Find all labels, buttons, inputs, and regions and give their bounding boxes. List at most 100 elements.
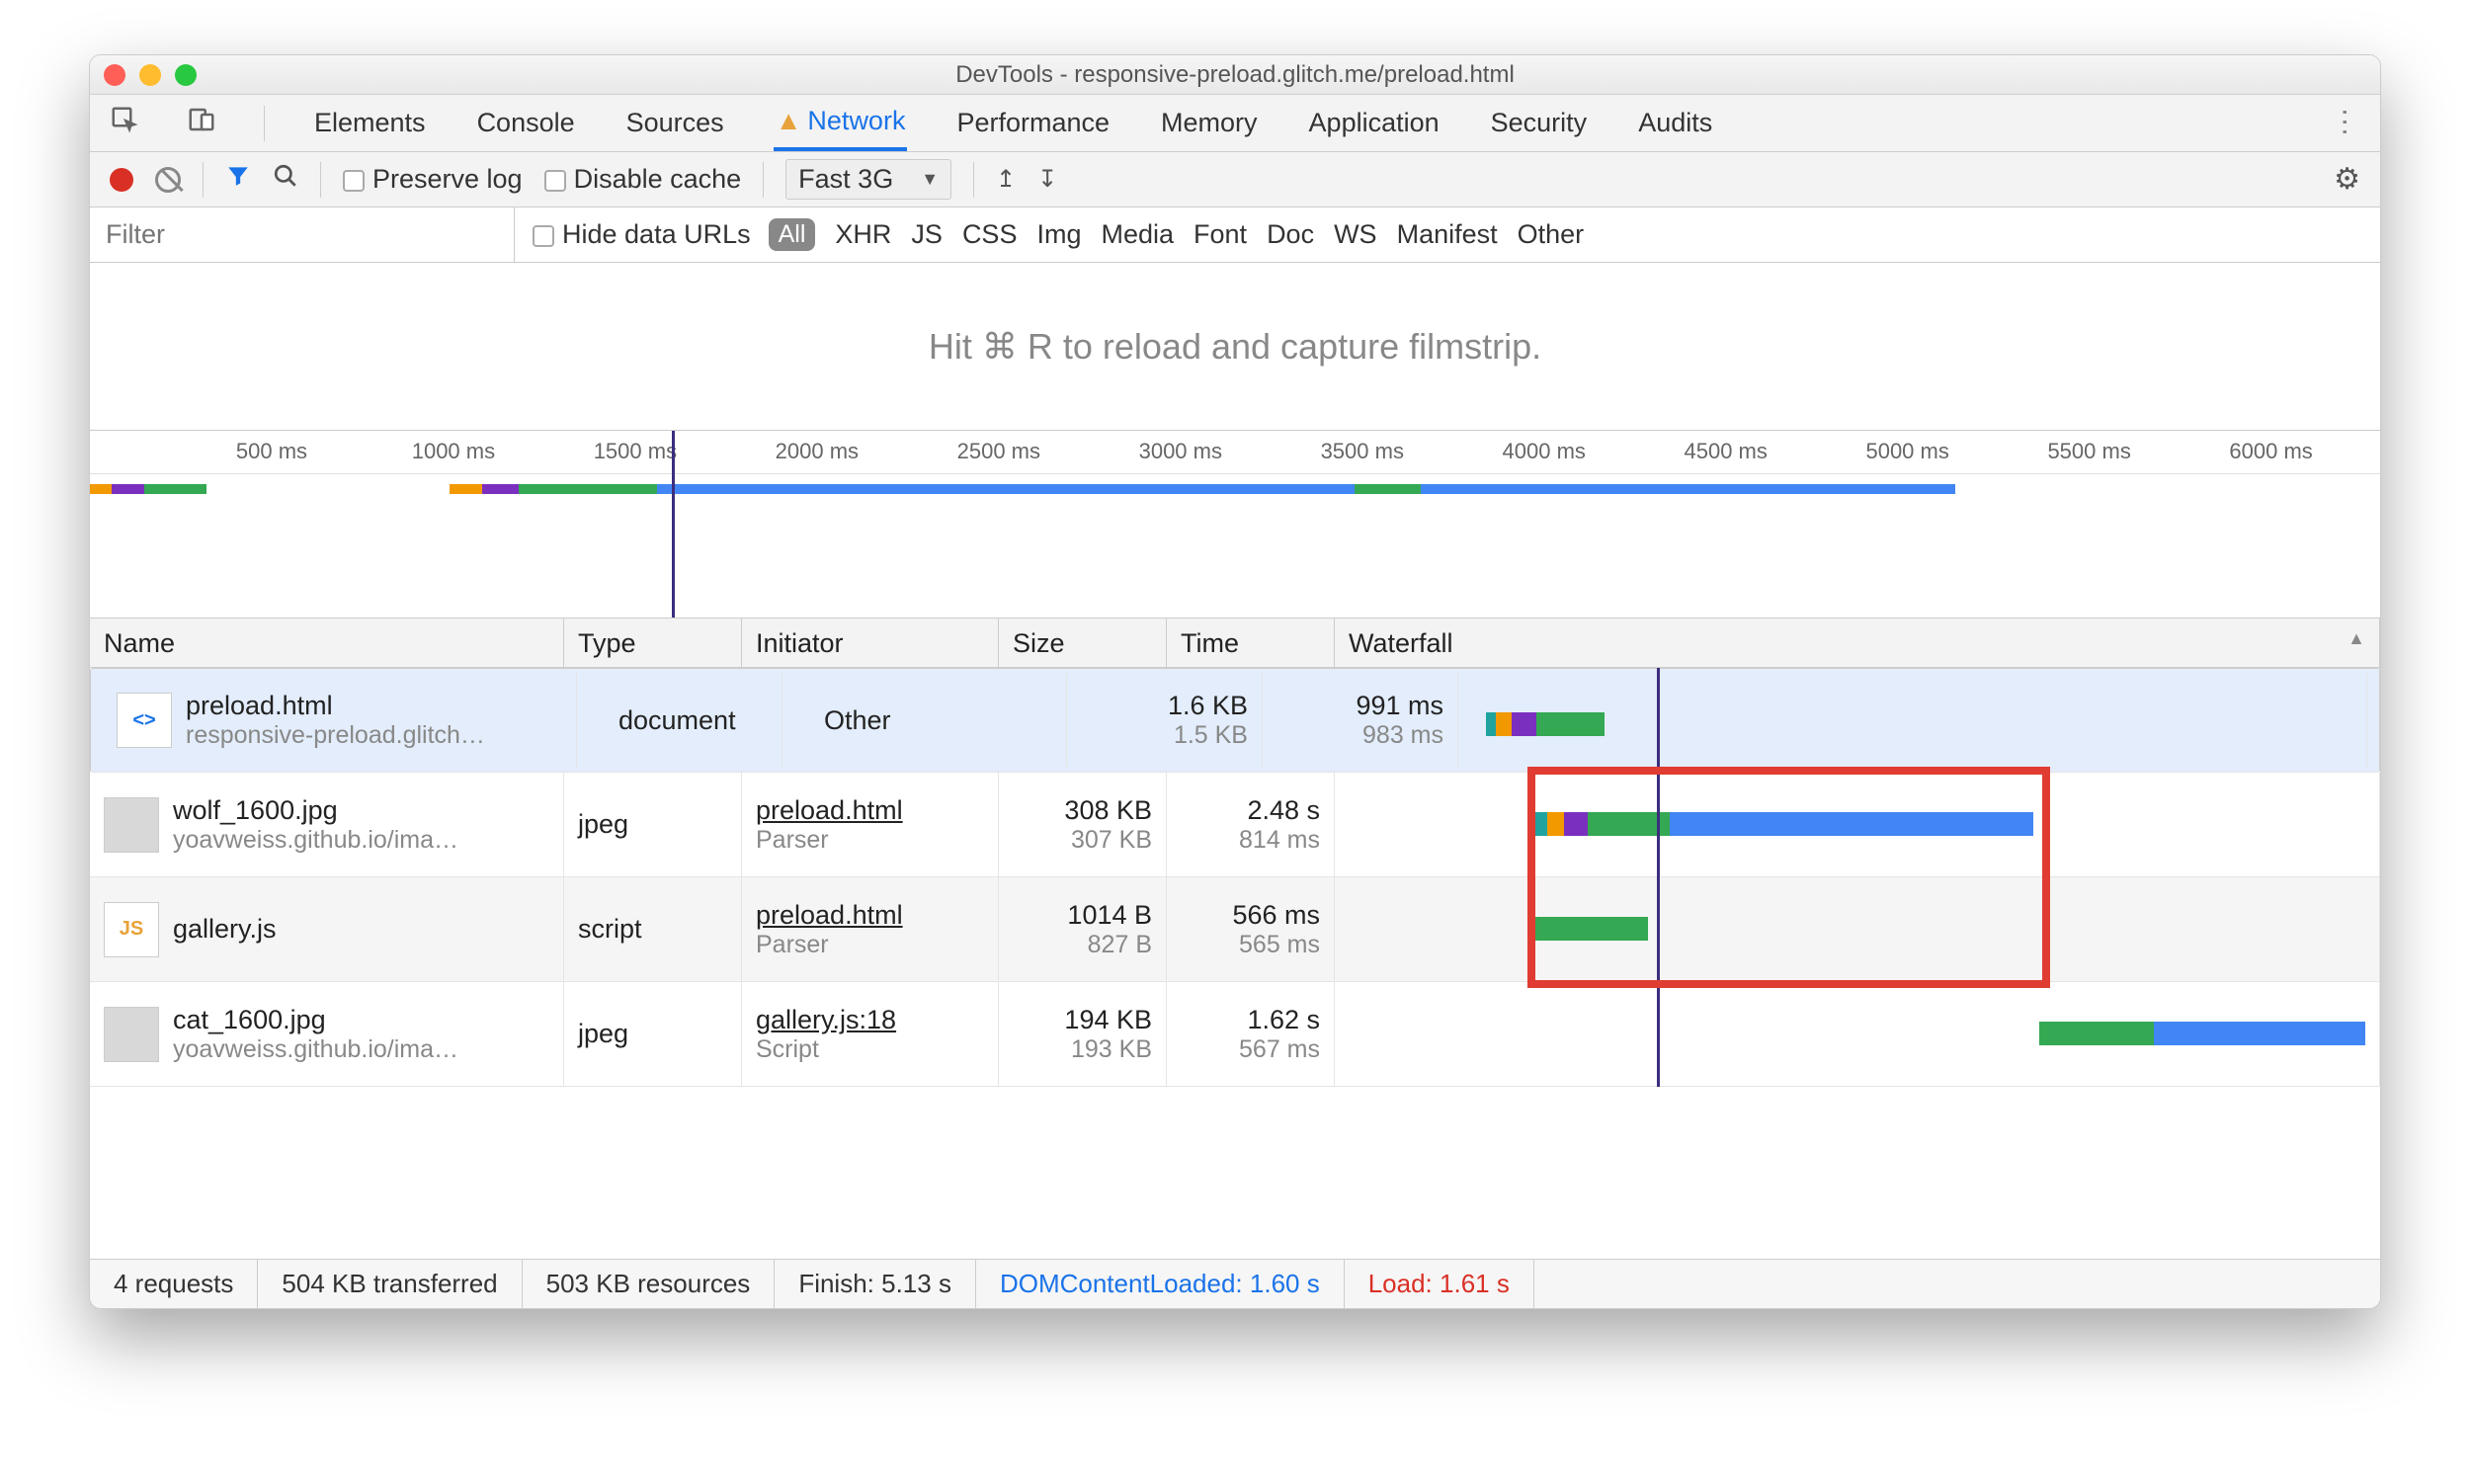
- hide-data-urls-checkbox[interactable]: Hide data URLs: [533, 219, 751, 250]
- request-size: 1014 B: [1067, 900, 1152, 931]
- filter-type-manifest[interactable]: Manifest: [1397, 219, 1498, 250]
- col-type[interactable]: Type: [564, 618, 742, 669]
- request-time: 2.48 s: [1247, 795, 1320, 826]
- request-time: 1.62 s: [1247, 1005, 1320, 1035]
- request-type: jpeg: [564, 773, 742, 876]
- request-initiator[interactable]: preload.html: [756, 900, 984, 931]
- timeline-segment: [657, 484, 1355, 494]
- request-size-sub: 827 B: [1088, 931, 1152, 959]
- throttling-select[interactable]: Fast 3G▼: [785, 159, 951, 200]
- timeline-tick: 4000 ms: [1503, 439, 1586, 464]
- request-size: 194 KB: [1064, 1005, 1152, 1035]
- request-row[interactable]: JSgallery.jsscriptpreload.htmlParser1014…: [90, 877, 2380, 982]
- request-row[interactable]: cat_1600.jpgyoavweiss.github.io/ima…jpeg…: [90, 982, 2380, 1087]
- devtools-window: DevTools - responsive-preload.glitch.me/…: [89, 54, 2381, 1309]
- file-icon: [104, 797, 159, 853]
- filter-input[interactable]: [90, 207, 515, 262]
- export-har-icon[interactable]: ↧: [1037, 165, 1057, 194]
- filter-type-css[interactable]: CSS: [962, 219, 1018, 250]
- timeline-tick: 2000 ms: [776, 439, 859, 464]
- waterfall-cell: [1335, 982, 2380, 1086]
- tab-elements[interactable]: Elements: [312, 95, 428, 151]
- request-initiator[interactable]: gallery.js:18: [756, 1005, 984, 1035]
- timeline-segment: [519, 484, 657, 494]
- col-time[interactable]: Time: [1167, 618, 1335, 669]
- tab-sources[interactable]: Sources: [624, 95, 726, 151]
- waterfall-cell: [1335, 877, 2380, 981]
- filter-type-other[interactable]: Other: [1518, 219, 1585, 250]
- status-load: Load: 1.61 s: [1345, 1260, 1534, 1308]
- col-waterfall[interactable]: Waterfall: [1335, 618, 2380, 669]
- requests-table: Name Type Initiator Size Time Waterfall …: [90, 618, 2380, 1259]
- filter-type-img[interactable]: Img: [1036, 219, 1081, 250]
- import-har-icon[interactable]: ↥: [996, 165, 1016, 194]
- request-initiator[interactable]: preload.html: [756, 795, 984, 826]
- request-row[interactable]: wolf_1600.jpgyoavweiss.github.io/ima… jpe…: [90, 773, 2380, 877]
- request-name: wolf_1600.jpg: [173, 795, 458, 826]
- filter-type-font[interactable]: Font: [1194, 219, 1247, 250]
- filter-type-ws[interactable]: WS: [1334, 219, 1377, 250]
- tab-performance[interactable]: Performance: [954, 95, 1112, 151]
- request-size: 308 KB: [1064, 795, 1152, 826]
- request-row[interactable]: <>preload.htmlresponsive-preload.glitch……: [90, 668, 2380, 773]
- file-icon: [104, 1007, 159, 1062]
- timeline-tick: 3000 ms: [1139, 439, 1222, 464]
- tab-network[interactable]: ▲Network: [774, 95, 908, 151]
- filter-type-js[interactable]: JS: [911, 219, 943, 250]
- request-name: preload.html: [186, 691, 485, 721]
- table-header: Name Type Initiator Size Time Waterfall: [90, 618, 2380, 668]
- request-size: 1.6 KB: [1168, 691, 1248, 721]
- timeline-segment: [144, 484, 206, 494]
- filter-toggle-icon[interactable]: [225, 163, 251, 196]
- search-icon[interactable]: [273, 163, 298, 196]
- waterfall-segment: [1670, 812, 2033, 836]
- timeline-tick: 2500 ms: [957, 439, 1040, 464]
- panel-tabs: Elements Console Sources ▲Network Performanc…: [90, 95, 2380, 152]
- col-size[interactable]: Size: [999, 618, 1167, 669]
- col-initiator[interactable]: Initiator: [742, 618, 999, 669]
- timeline-segment: [90, 484, 112, 494]
- request-size-sub: 193 KB: [1071, 1035, 1152, 1064]
- waterfall-cell: [1486, 673, 2367, 768]
- more-menu-icon[interactable]: ⋯: [2328, 108, 2362, 139]
- timeline-tick: 3500 ms: [1321, 439, 1404, 464]
- status-dcl: DOMContentLoaded: 1.60 s: [976, 1260, 1345, 1308]
- clear-button[interactable]: [155, 167, 181, 193]
- timeline-tick: 1500 ms: [594, 439, 677, 464]
- settings-icon[interactable]: ⚙: [2334, 162, 2360, 197]
- window-title: DevTools - responsive-preload.glitch.me/…: [90, 61, 2380, 89]
- filter-bar: Hide data URLs All XHR JS CSS Img Media Font Do…: [90, 207, 2380, 263]
- request-size-sub: 307 KB: [1071, 826, 1152, 855]
- disable-cache-checkbox[interactable]: Disable cache: [544, 164, 742, 195]
- tab-console[interactable]: Console: [475, 95, 577, 151]
- filter-type-media[interactable]: Media: [1101, 219, 1174, 250]
- tab-memory[interactable]: Memory: [1159, 95, 1260, 151]
- timeline-segment: [450, 484, 482, 494]
- timeline-marker: [672, 431, 675, 618]
- network-toolbar: Preserve log Disable cache Fast 3G▼ ↥ ↧ …: [90, 152, 2380, 207]
- inspect-element-icon[interactable]: [110, 105, 139, 141]
- status-requests: 4 requests: [90, 1260, 258, 1308]
- tab-security[interactable]: Security: [1489, 95, 1590, 151]
- request-domain: yoavweiss.github.io/ima…: [173, 826, 458, 855]
- initiator-type: Parser: [756, 826, 984, 855]
- overview-timeline[interactable]: 500 ms1000 ms1500 ms2000 ms2500 ms3000 m…: [90, 431, 2380, 618]
- filmstrip-placeholder: Hit ⌘ R to reload and capture filmstrip.: [90, 263, 2380, 431]
- device-toolbar-icon[interactable]: [187, 105, 216, 141]
- timeline-segment: [482, 484, 519, 494]
- waterfall-segment: [1588, 812, 1670, 836]
- record-button[interactable]: [110, 168, 133, 192]
- initiator-type: Script: [756, 1035, 984, 1064]
- preserve-log-checkbox[interactable]: Preserve log: [343, 164, 523, 195]
- col-name[interactable]: Name: [90, 618, 564, 669]
- timeline-segment: [1355, 484, 1420, 494]
- request-type: jpeg: [564, 982, 742, 1086]
- filter-type-xhr[interactable]: XHR: [835, 219, 891, 250]
- status-bar: 4 requests 504 KB transferred 503 KB res…: [90, 1259, 2380, 1308]
- waterfall-segment: [1536, 712, 1605, 736]
- timeline-tick: 5000 ms: [1865, 439, 1948, 464]
- filter-type-doc[interactable]: Doc: [1267, 219, 1314, 250]
- filter-type-all[interactable]: All: [769, 218, 816, 251]
- tab-audits[interactable]: Audits: [1636, 95, 1714, 151]
- tab-application[interactable]: Application: [1307, 95, 1441, 151]
